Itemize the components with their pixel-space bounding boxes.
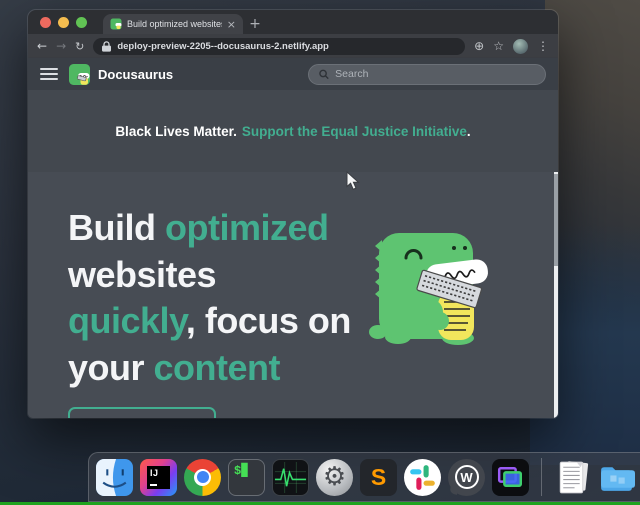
- close-window-button[interactable]: [40, 17, 51, 28]
- mouse-cursor: [346, 171, 360, 191]
- hero-title-line: quickly, focus on: [68, 298, 384, 345]
- browser-window: Build optimized websites quick × + ← → ↻…: [28, 10, 558, 418]
- finder-icon[interactable]: [96, 459, 133, 496]
- browser-menu-icon[interactable]: ⋮: [537, 40, 549, 52]
- hero-title-line: your content: [68, 345, 384, 392]
- search-box[interactable]: [308, 64, 546, 85]
- new-tab-button[interactable]: +: [243, 14, 267, 34]
- system-preferences-icon[interactable]: ⚙: [316, 459, 353, 496]
- sublime-text-icon[interactable]: S: [360, 459, 397, 496]
- search-icon: [319, 69, 329, 80]
- url-text: deploy-preview-2205--docusaurus-2.netlif…: [117, 41, 329, 52]
- page-scrollbar[interactable]: [554, 172, 558, 418]
- tab-strip: Build optimized websites quick × +: [28, 10, 558, 34]
- announcement-text: Black Lives Matter.: [115, 124, 237, 139]
- extension-icon[interactable]: ⊕: [474, 40, 484, 52]
- bookmark-star-icon[interactable]: ☆: [493, 40, 504, 52]
- forward-button[interactable]: →: [56, 40, 66, 52]
- hero-section: Build optimizedwebsitesquickly, focus on…: [28, 172, 558, 418]
- lock-icon: [102, 41, 111, 52]
- dock: IJ $▉ ⚙ S W: [88, 452, 640, 502]
- docusaurus-logo-icon: [68, 63, 91, 86]
- reload-button[interactable]: ↻: [75, 41, 84, 52]
- site-navbar: Docusaurus: [28, 58, 558, 90]
- hero-title-line: websites: [68, 252, 384, 299]
- dock-divider: [541, 458, 542, 496]
- tab-title: Build optimized websites quick: [127, 19, 222, 29]
- browser-toolbar: ← → ↻ deploy-preview-2205--docusaurus-2.…: [28, 34, 558, 58]
- downloads-folder-icon[interactable]: [598, 459, 635, 496]
- brand-name: Docusaurus: [98, 67, 173, 82]
- announcement-link[interactable]: Support the Equal Justice Initiative: [242, 124, 467, 139]
- desktop: Build optimized websites quick × + ← → ↻…: [0, 0, 640, 505]
- activity-monitor-icon[interactable]: [272, 459, 309, 496]
- announcement-bar: Black Lives Matter. Support the Equal Jus…: [28, 90, 558, 172]
- hero-title-line: Build optimized: [68, 205, 384, 252]
- notes-stack-icon[interactable]: [554, 459, 591, 496]
- docusaurus-favicon-icon: [110, 18, 122, 30]
- scrollbar-thumb[interactable]: [554, 174, 558, 266]
- minimize-window-button[interactable]: [58, 17, 69, 28]
- slack-icon[interactable]: [404, 459, 441, 496]
- tab-close-icon[interactable]: ×: [227, 19, 236, 30]
- hamburger-menu-icon[interactable]: [40, 68, 58, 80]
- announcement-suffix: .: [467, 124, 471, 139]
- hero-cta-button[interactable]: [68, 407, 216, 418]
- screens-icon[interactable]: [492, 459, 529, 496]
- back-button[interactable]: ←: [37, 40, 47, 52]
- workplace-icon[interactable]: W: [448, 459, 485, 496]
- terminal-icon[interactable]: $▉: [228, 459, 265, 496]
- browser-tab[interactable]: Build optimized websites quick ×: [103, 14, 243, 34]
- zoom-window-button[interactable]: [76, 17, 87, 28]
- hero-title: Build optimizedwebsitesquickly, focus on…: [68, 205, 384, 391]
- window-controls: [40, 10, 87, 34]
- brand-link[interactable]: Docusaurus: [68, 63, 173, 86]
- chrome-icon[interactable]: [184, 459, 221, 496]
- docusaurus-mascot-illustration: [366, 218, 500, 346]
- address-bar[interactable]: deploy-preview-2205--docusaurus-2.netlif…: [93, 38, 465, 55]
- profile-avatar[interactable]: [513, 39, 528, 54]
- intellij-idea-icon[interactable]: IJ: [140, 459, 177, 496]
- search-input[interactable]: [335, 68, 535, 80]
